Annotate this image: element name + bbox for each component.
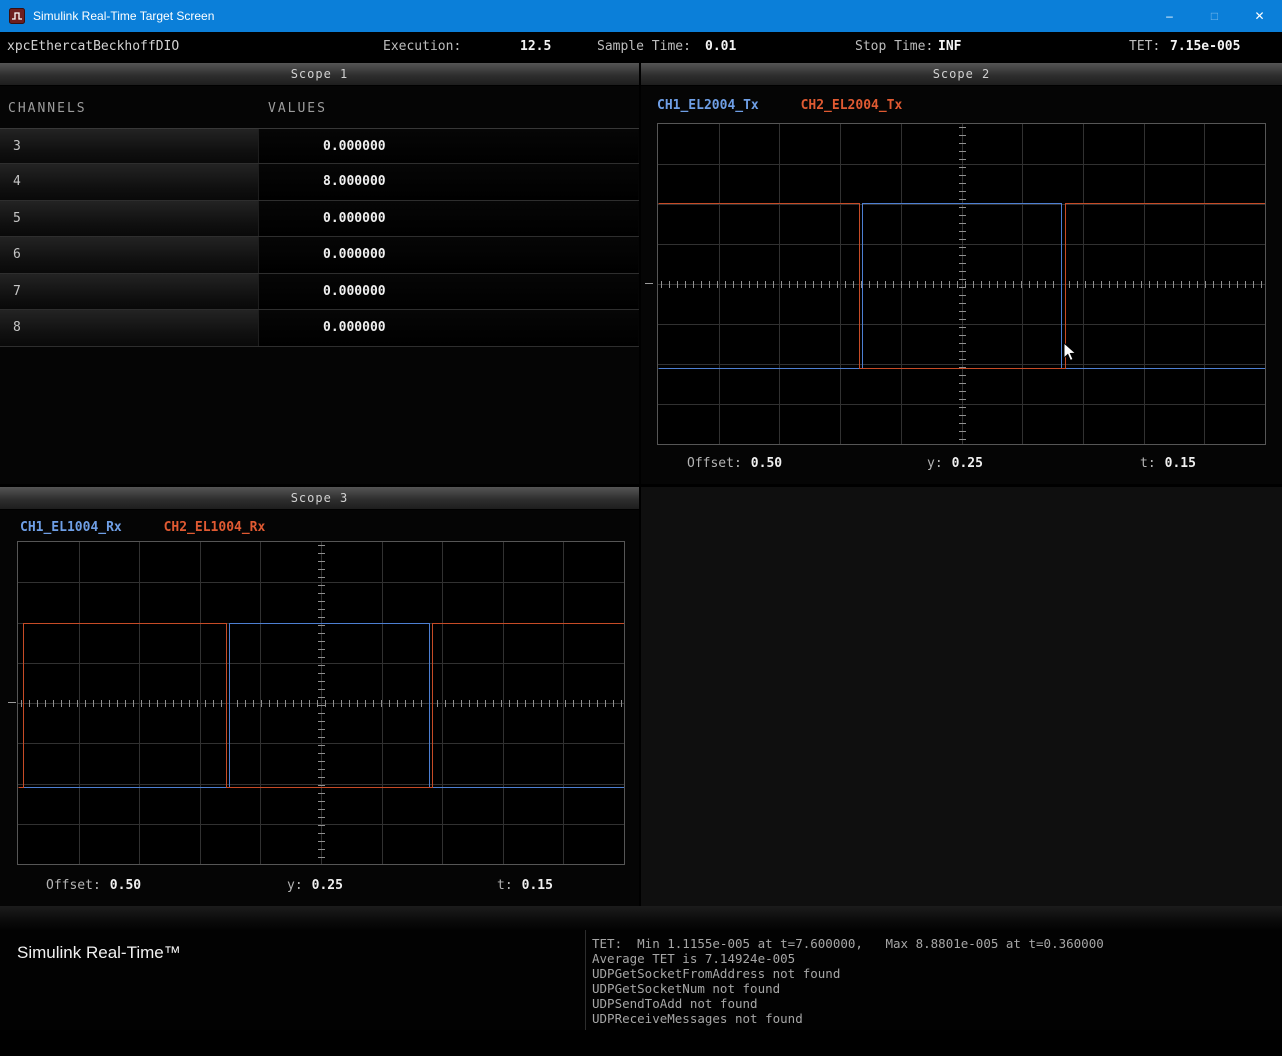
- value-cell: 8.000000: [258, 164, 638, 200]
- value-cell: 0.000000: [258, 310, 638, 346]
- sample-time-value: 0.01: [705, 32, 736, 62]
- channel-cell: 3: [0, 129, 258, 164]
- scope2-plot: [657, 123, 1266, 445]
- stop-time-label: Stop Time:: [855, 32, 933, 62]
- channel-cell: 4: [0, 164, 258, 200]
- scope3-panel: Scope 3 CH1_EL1004_Rx CH2_EL1004_Rx Offs…: [0, 487, 639, 906]
- scope2-header: Scope 2: [641, 63, 1282, 86]
- legend-ch2: CH2_EL2004_Tx: [801, 98, 903, 113]
- scope2-t-readout: t:0.15: [1140, 456, 1196, 471]
- table-row: 6 0.000000: [0, 237, 639, 274]
- log-line: Average TET is 7.14924e-005: [592, 951, 1104, 966]
- table-row: 8 0.000000: [0, 310, 639, 347]
- scope3-plot: [17, 541, 625, 865]
- log-line: UDPSendToAdd not found: [592, 996, 1104, 1011]
- center-axis-tick: [8, 702, 16, 703]
- table-row: 3 0.000000: [0, 128, 639, 165]
- scope1-table: 3 0.000000 4 8.000000 5 0.000000 6 0.000…: [0, 128, 639, 347]
- bottom-strip: [0, 1030, 1282, 1056]
- log-line: UDPReceiveMessages not found: [592, 1011, 1104, 1026]
- scope2-offset-readout: Offset:0.50: [687, 456, 782, 471]
- scope3-offset-readout: Offset:0.50: [46, 878, 141, 893]
- stop-time-value: INF: [938, 32, 961, 62]
- values-column-header: VALUES: [268, 101, 327, 116]
- maximize-button[interactable]: □: [1192, 0, 1237, 32]
- channel-cell: 7: [0, 274, 258, 310]
- channel-cell: 6: [0, 237, 258, 273]
- value-cell: 0.000000: [258, 237, 638, 273]
- simulink-realtime-icon: [9, 8, 25, 24]
- value-cell: 0.000000: [258, 274, 638, 310]
- scope1-panel: Scope 1 CHANNELS VALUES 3 0.000000 4 8.0…: [0, 63, 639, 484]
- tet-label: TET:: [1129, 32, 1160, 62]
- scope3-y-readout: y:0.25: [287, 878, 343, 893]
- close-button[interactable]: ✕: [1237, 0, 1282, 32]
- execution-label: Execution:: [383, 32, 461, 62]
- value-cell: 0.000000: [258, 129, 638, 164]
- log-line: UDPGetSocketFromAddress not found: [592, 966, 1104, 981]
- scope1-header: Scope 1: [0, 63, 639, 86]
- scope3-t-readout: t:0.15: [497, 878, 553, 893]
- model-name: xpcEthercatBeckhoffDIO: [7, 32, 179, 62]
- message-panel: Simulink Real-Time™ TET: Min 1.1155e-005…: [0, 930, 1282, 1030]
- table-row: 5 0.000000: [0, 201, 639, 238]
- empty-quadrant: [641, 487, 1282, 906]
- log-panel-divider: [585, 930, 586, 1030]
- tet-value: 7.15e-005: [1170, 32, 1240, 62]
- scope2-panel: Scope 2 CH1_EL2004_Tx CH2_EL2004_Tx Offs…: [641, 63, 1282, 484]
- scope3-header: Scope 3: [0, 487, 639, 510]
- status-bar: xpcEthercatBeckhoffDIO Execution: 12.5 S…: [0, 32, 1282, 62]
- scope3-legend: CH1_EL1004_Rx CH2_EL1004_Rx: [20, 520, 265, 535]
- channel-cell: 5: [0, 201, 258, 237]
- value-cell: 0.000000: [258, 201, 638, 237]
- legend-ch2: CH2_EL1004_Rx: [164, 520, 266, 535]
- log-line: TET: Min 1.1155e-005 at t=7.600000, Max …: [592, 936, 1104, 951]
- simulink-realtime-brand: Simulink Real-Time™: [17, 943, 181, 963]
- legend-ch1: CH1_EL1004_Rx: [20, 520, 122, 535]
- execution-value: 12.5: [520, 32, 551, 62]
- legend-ch1: CH1_EL2004_Tx: [657, 98, 759, 113]
- scope2-y-readout: y:0.25: [927, 456, 983, 471]
- scope2-legend: CH1_EL2004_Tx CH2_EL2004_Tx: [657, 98, 902, 113]
- minimize-button[interactable]: –: [1147, 0, 1192, 32]
- log-line: UDPGetSocketNum not found: [592, 981, 1104, 996]
- target-screen-window: Simulink Real-Time Target Screen – □ ✕ x…: [0, 0, 1282, 1056]
- table-row: 4 8.000000: [0, 164, 639, 201]
- log-divider-strip: [0, 906, 1282, 930]
- title-bar[interactable]: Simulink Real-Time Target Screen – □ ✕: [0, 0, 1282, 32]
- sample-time-label: Sample Time:: [597, 32, 691, 62]
- channel-cell: 8: [0, 310, 258, 346]
- table-row: 7 0.000000: [0, 274, 639, 311]
- center-axis-tick: [645, 283, 653, 284]
- log-output: TET: Min 1.1155e-005 at t=7.600000, Max …: [592, 936, 1104, 1026]
- window-title: Simulink Real-Time Target Screen: [33, 9, 214, 23]
- channels-column-header: CHANNELS: [8, 101, 87, 116]
